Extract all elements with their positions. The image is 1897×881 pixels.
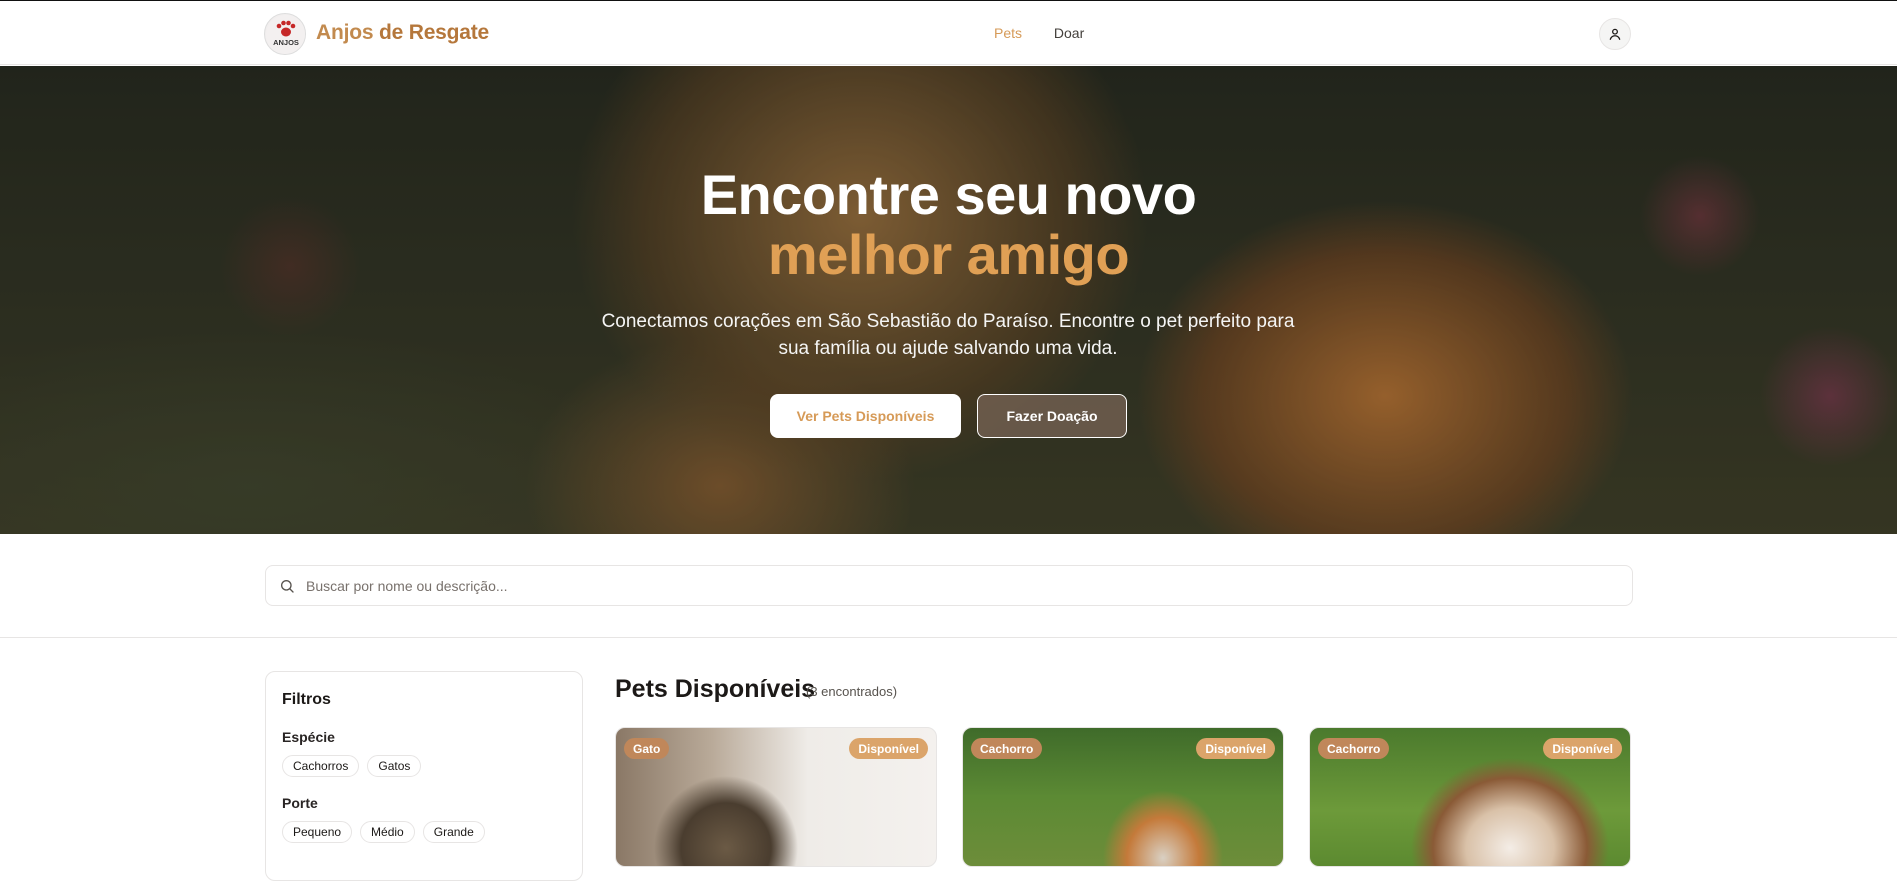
filter-chip-medio[interactable]: Médio xyxy=(360,821,415,843)
view-pets-button[interactable]: Ver Pets Disponíveis xyxy=(770,394,961,438)
species-filter-label: Espécie xyxy=(282,729,335,745)
species-filter-chips: Cachorros Gatos xyxy=(282,755,422,777)
status-badge: Disponível xyxy=(1543,738,1622,759)
search-box[interactable] xyxy=(265,565,1633,606)
filter-chip-pequeno[interactable]: Pequeno xyxy=(282,821,353,843)
filter-chip-cachorros[interactable]: Cachorros xyxy=(282,755,360,777)
main-nav: Pets Doar xyxy=(994,25,1112,41)
hero-banner: Encontre seu novo melhor amigo Conectamo… xyxy=(0,66,1897,534)
status-badge: Disponível xyxy=(849,738,928,759)
search-input[interactable] xyxy=(306,566,1606,605)
filters-panel: Filtros Espécie Cachorros Gatos Porte Pe… xyxy=(265,671,583,881)
logo[interactable]: ANJOS xyxy=(264,13,306,55)
hero-title-line1: Encontre seu novo xyxy=(700,163,1197,226)
hero-subtitle: Conectamos corações em São Sebastião do … xyxy=(601,311,1295,359)
species-badge: Cachorro xyxy=(1318,738,1390,759)
user-icon xyxy=(1609,28,1621,40)
search-icon xyxy=(281,580,294,593)
size-filter-label: Porte xyxy=(282,795,318,811)
pet-card[interactable]: Gato Disponível xyxy=(615,727,937,867)
nav-link-doar[interactable]: Doar xyxy=(1054,25,1084,41)
brand-name-part2: de Resgate xyxy=(378,21,490,44)
species-badge: Cachorro xyxy=(971,738,1043,759)
size-filter-chips: Pequeno Médio Grande xyxy=(282,821,485,843)
user-account-button[interactable] xyxy=(1599,18,1631,50)
species-badge: Gato xyxy=(624,738,670,759)
logo-text: ANJOS xyxy=(273,38,299,47)
brand-name-part1: Anjos xyxy=(316,21,374,44)
hero-title-line2: melhor amigo xyxy=(767,223,1130,286)
pet-card[interactable]: Cachorro Disponível xyxy=(1309,727,1631,867)
nav-link-pets[interactable]: Pets xyxy=(994,25,1022,41)
status-badge: Disponível xyxy=(1196,738,1275,759)
site-header: ANJOS Anjos de Resgate Pets Doar xyxy=(0,1,1897,65)
results-count: (3 encontrados) xyxy=(806,684,898,699)
filter-chip-gatos[interactable]: Gatos xyxy=(367,755,422,777)
filters-title: Filtros xyxy=(282,691,331,708)
results-title: Pets Disponíveis xyxy=(615,675,816,703)
search-section xyxy=(0,534,1897,638)
filter-chip-grande[interactable]: Grande xyxy=(422,821,485,843)
brand-name[interactable]: Anjos de Resgate xyxy=(316,21,489,45)
donate-button[interactable]: Fazer Doação xyxy=(977,394,1127,438)
pet-card[interactable]: Cachorro Disponível xyxy=(962,727,1284,867)
